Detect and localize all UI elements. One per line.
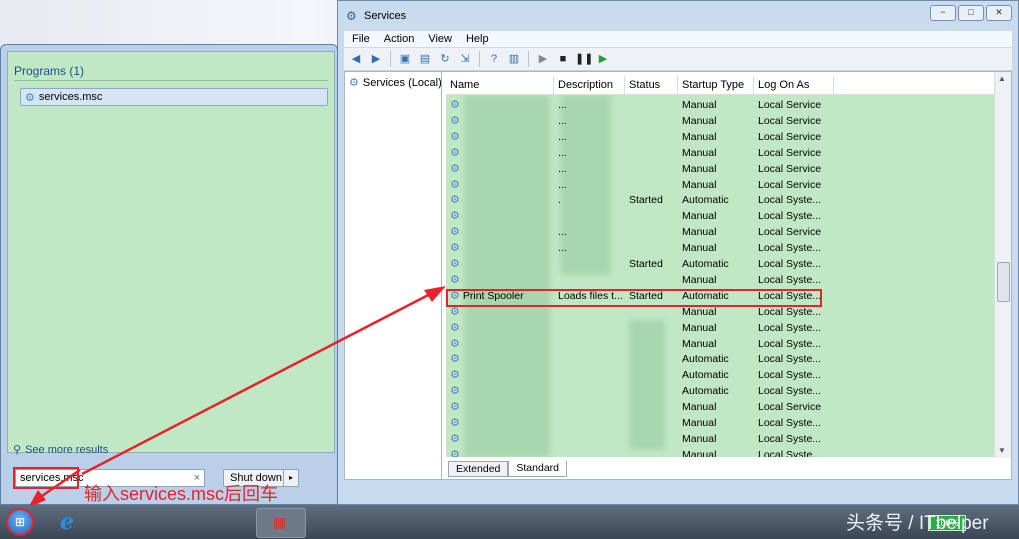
start-button[interactable]: ⊞	[6, 508, 34, 536]
taskbar-app-button[interactable]: ▦	[256, 508, 306, 538]
watermark: 头条号 / ITbelper	[846, 513, 989, 534]
windows-logo-icon: ⊞	[15, 515, 26, 529]
internet-explorer-icon[interactable]: e	[60, 509, 74, 535]
toolbox-icon: ▦	[273, 514, 287, 530]
arrow-line-upper	[81, 289, 437, 476]
arrow-line-lower	[35, 468, 81, 502]
annotation-arrows	[28, 286, 446, 508]
arrow-head-upper	[424, 286, 446, 302]
